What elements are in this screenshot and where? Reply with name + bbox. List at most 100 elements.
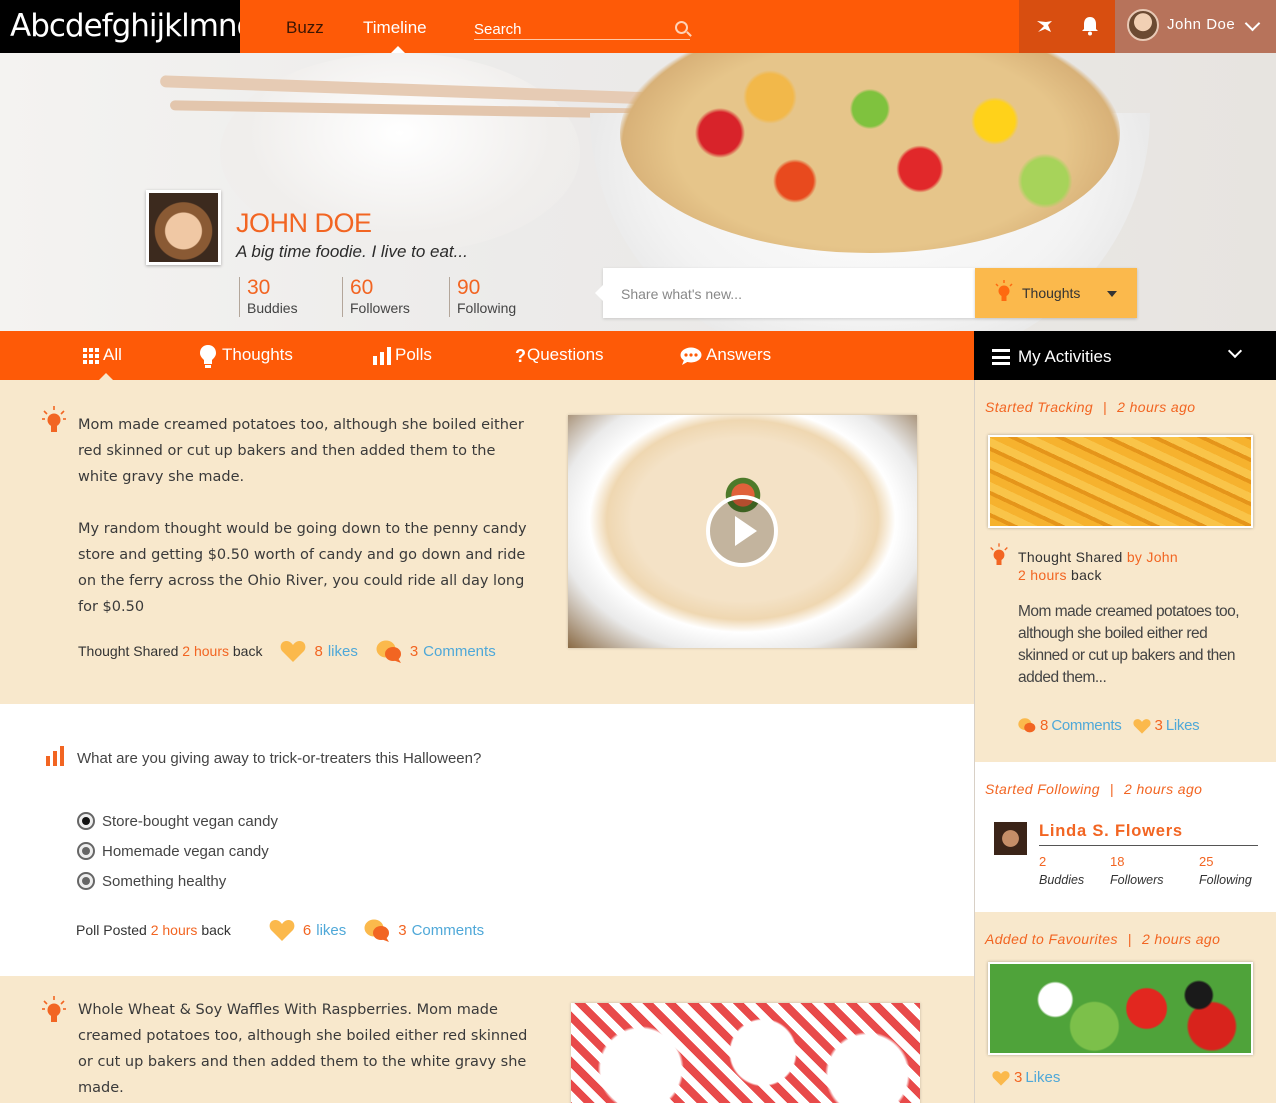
user-menu[interactable]: John Doe <box>1115 0 1276 53</box>
shared-name[interactable]: John <box>1146 549 1178 565</box>
activity-time: 2 hours ago <box>1117 399 1196 415</box>
shared-time: 2 hours <box>1018 567 1067 583</box>
menu-icon <box>992 349 1010 365</box>
poll-option-label: Store-bought vegan candy <box>102 812 278 830</box>
heart-icon <box>1133 718 1152 734</box>
profile-photo-image <box>149 193 218 262</box>
bulb-icon <box>200 344 216 368</box>
stat-label: Followers <box>1110 873 1164 887</box>
stat-label: Buddies <box>1039 873 1085 887</box>
profile-photo[interactable] <box>146 190 221 265</box>
app-logo[interactable]: Abcdefghijklmno <box>0 0 240 53</box>
buddy-stat-following: 25 Following <box>1199 854 1252 887</box>
comment-bubble-icon <box>364 919 390 942</box>
activity-action: Started Tracking <box>985 399 1094 415</box>
stat-followers[interactable]: 60 Followers <box>342 277 410 317</box>
poll-option[interactable]: Something healthy <box>77 872 226 890</box>
profile-tagline: A big time foodie. I live to eat... <box>236 242 468 261</box>
activity-action: Added to Favourites <box>985 931 1118 947</box>
stat-label: Buddies <box>247 300 298 316</box>
comments-count: 8 <box>1040 717 1049 734</box>
activity-likes-button[interactable]: 3 Likes <box>992 1069 1060 1086</box>
play-icon[interactable] <box>706 495 778 567</box>
chevron-down-icon[interactable] <box>1227 343 1243 359</box>
filter-polls[interactable]: Polls <box>373 331 432 380</box>
bell-icon <box>1082 17 1098 36</box>
search-icon[interactable] <box>675 21 688 34</box>
comments-button[interactable]: 3 Comments <box>364 918 484 942</box>
shared-by: by <box>1126 549 1143 565</box>
notifications-button[interactable] <box>1067 0 1115 53</box>
post-meta: Poll Posted 2 hours back 6 likes 3 Comment… <box>76 918 484 942</box>
search-input[interactable] <box>474 18 664 38</box>
buddy-name[interactable]: Linda S. Flowers <box>1039 822 1258 846</box>
heart-icon <box>281 641 306 662</box>
poll-option[interactable]: Store-bought vegan candy <box>77 812 278 830</box>
activity-card-following: Started Following | 2 hours ago Linda S. F… <box>975 762 1276 912</box>
separator: | <box>1109 781 1115 797</box>
feed-post-poll: What are you giving away to trick-or-tre… <box>0 704 974 976</box>
top-bar: Abcdefghijklmno Buzz Timeline John Doe <box>0 0 1280 53</box>
stat-value: 2 <box>1039 854 1047 869</box>
fries-image <box>990 437 1251 526</box>
likes-button[interactable]: 8 likes <box>280 640 358 662</box>
notifications-bird-button[interactable] <box>1019 0 1067 53</box>
comments-count: 3 <box>409 642 419 660</box>
comment-bubble-icon <box>376 640 401 663</box>
share-type-label: Thoughts <box>1022 285 1081 301</box>
share-input[interactable] <box>621 283 951 305</box>
nav-buzz[interactable]: Buzz <box>286 0 324 53</box>
likes-button[interactable]: 6 likes <box>269 919 346 941</box>
post-video[interactable] <box>571 1003 920 1103</box>
activities-title: My Activities <box>1018 347 1112 366</box>
stat-value: 90 <box>457 276 481 299</box>
bar-chart-icon <box>46 746 64 766</box>
likes-label: likes <box>316 921 347 939</box>
poll-option-label: Homemade vegan candy <box>102 842 269 860</box>
share-type-dropdown[interactable]: Thoughts <box>975 268 1137 318</box>
likes-count: 3 <box>1014 1069 1023 1086</box>
separator: | <box>1127 931 1132 947</box>
poll-radio[interactable] <box>77 812 95 830</box>
post-video[interactable] <box>568 415 917 648</box>
post-paragraph: Whole Wheat & Soy Waffles With Raspberri… <box>78 1002 528 1096</box>
profile-name: JOHN DOE <box>236 208 372 238</box>
filter-answers[interactable]: Answers <box>680 331 771 380</box>
activity-image[interactable] <box>988 962 1253 1055</box>
post-paragraph: Mom made creamed potatoes too, although … <box>78 417 524 485</box>
filter-questions[interactable]: ?Questions <box>515 331 604 380</box>
activity-excerpt: Mom made creamed potatoes too, although … <box>1018 603 1240 686</box>
stat-buddies[interactable]: 30 Buddies <box>239 277 298 317</box>
poll-option-label: Something healthy <box>102 872 227 890</box>
post-body: Whole Wheat & Soy Waffles With Raspberri… <box>78 997 528 1101</box>
activity-label: Started Following | 2 hours ago <box>985 781 1202 797</box>
activity-comments-button[interactable]: 8 Comments <box>1018 717 1122 734</box>
buddy-avatar[interactable] <box>994 822 1027 855</box>
likes-label: Likes <box>1025 1069 1061 1086</box>
user-name: John Doe <box>1167 16 1236 33</box>
activity-card-tracking: Started Tracking | 2 hours ago Thought Sha… <box>975 380 1276 762</box>
my-activities-header[interactable]: My Activities <box>974 331 1276 380</box>
activity-action: Started Following <box>985 781 1100 797</box>
filter-label: Thoughts <box>222 345 293 364</box>
active-nav-indicator <box>391 46 405 53</box>
comments-button[interactable]: 3 Comments <box>376 639 496 663</box>
filter-thoughts[interactable]: Thoughts <box>198 331 293 380</box>
stat-value: 30 <box>247 276 271 299</box>
likes-label: likes <box>327 642 358 660</box>
comments-label: Comments <box>411 921 485 939</box>
comments-label: Comments <box>423 642 496 660</box>
poll-radio[interactable] <box>77 842 95 860</box>
activity-label: Added to Favourites | 2 hours ago <box>985 931 1220 947</box>
poll-radio[interactable] <box>77 872 95 890</box>
share-box <box>595 268 975 318</box>
grid-icon <box>83 347 99 364</box>
stat-label: Following <box>457 300 517 316</box>
stat-following[interactable]: 90 Following <box>449 277 516 317</box>
user-avatar <box>1127 9 1159 41</box>
post-paragraph: My random thought would be going down to… <box>78 521 527 615</box>
activity-likes-button[interactable]: 3 Likes <box>1133 717 1200 734</box>
activity-image[interactable] <box>988 435 1253 528</box>
poll-option[interactable]: Homemade vegan candy <box>77 842 269 860</box>
activity-card-favourites: Added to Favourites | 2 hours ago 3 Likes <box>975 912 1276 1103</box>
